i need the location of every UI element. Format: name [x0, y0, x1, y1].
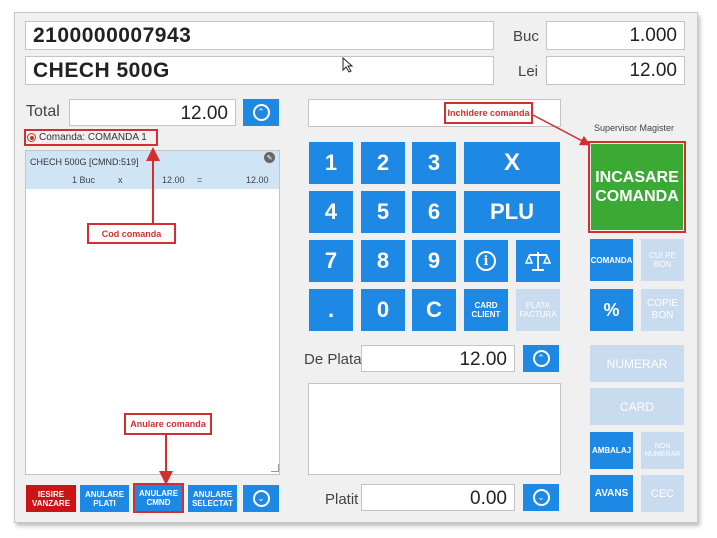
inchidere-arrow: [532, 114, 591, 146]
cod-annotation: Cod comanda: [87, 223, 176, 244]
inchidere-annotation: Inchidere comanda: [444, 102, 533, 124]
anulare-annotation: Anulare comanda: [124, 413, 212, 435]
annotation-arrows: [146, 114, 591, 485]
